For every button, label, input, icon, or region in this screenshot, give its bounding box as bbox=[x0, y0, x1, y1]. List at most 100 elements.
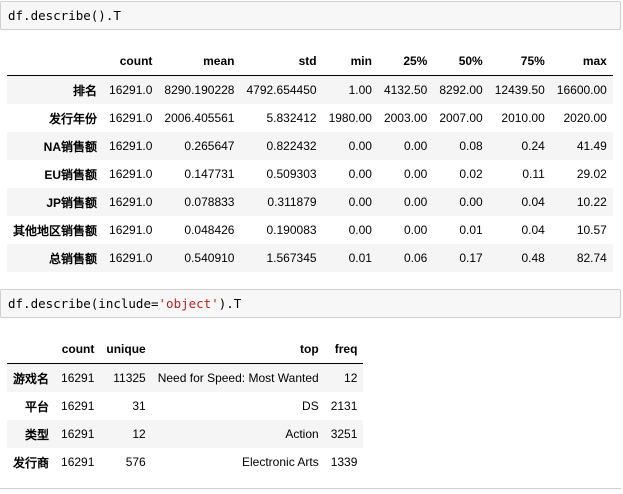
index-header bbox=[7, 47, 104, 76]
table-cell: 0.00 bbox=[403, 139, 428, 153]
table-cell: 3251 bbox=[330, 427, 358, 441]
table-cell: 16291.0 bbox=[109, 223, 153, 237]
row-label: 其他地区销售额 bbox=[13, 223, 98, 238]
column-header: top bbox=[151, 335, 325, 364]
code-part: ).T bbox=[218, 296, 242, 311]
table-cell: 0.00 bbox=[403, 223, 428, 237]
table-cell: 16291.0 bbox=[109, 251, 153, 265]
table-cell: 0.00 bbox=[348, 195, 372, 209]
table-cell: 12 bbox=[132, 427, 146, 441]
table-row: 排名 16291.0 8290.190228 4792.654450 1.00 4132.… bbox=[7, 75, 613, 104]
code-text[interactable]: df.describe(include='object').T bbox=[8, 296, 241, 311]
row-label: 类型 bbox=[25, 427, 50, 442]
table-cell: 0.822432 bbox=[266, 139, 317, 153]
column-header: std bbox=[240, 47, 323, 76]
table-row: 总销售额 16291.0 0.540910 1.567345 0.01 0.06 0.17 0… bbox=[7, 244, 613, 272]
table-cell: 0.04 bbox=[521, 223, 545, 237]
code-text[interactable]: df.describe().T bbox=[8, 8, 121, 23]
table-cell: 4792.654450 bbox=[246, 83, 317, 97]
table-cell: 0.48 bbox=[521, 251, 545, 265]
describe-table: count mean std min 25% 50% 75% max 排名 16291.0 829… bbox=[7, 47, 613, 272]
table-cell: 2131 bbox=[330, 399, 358, 413]
row-label: EU销售额 bbox=[44, 167, 98, 182]
table-row: 其他地区销售额 16291.0 0.048426 0.190083 0.00 0.00 0.… bbox=[7, 216, 613, 244]
table-header-row: count mean std min 25% 50% 75% max bbox=[7, 47, 613, 76]
code-cell-describe-object[interactable]: df.describe(include='object').T bbox=[0, 289, 621, 318]
table-cell: 31 bbox=[132, 399, 146, 413]
table-cell: 0.02 bbox=[459, 167, 483, 181]
table-row: 游戏名 16291 11325 Need for Speed: Most Wanted… bbox=[7, 363, 364, 392]
row-label: NA销售额 bbox=[43, 139, 98, 154]
table-row: 发行商 16291 576 Electronic Arts 1339 bbox=[7, 448, 363, 476]
table-cell: 0.048426 bbox=[184, 223, 235, 237]
column-header: 75% bbox=[488, 47, 551, 76]
table-cell: 1.567345 bbox=[266, 251, 317, 265]
table-cell: 1339 bbox=[330, 455, 358, 469]
table-cell: 0.190083 bbox=[266, 223, 317, 237]
table-cell: 2006.405561 bbox=[164, 111, 235, 125]
column-header: count bbox=[103, 47, 159, 76]
column-header: 25% bbox=[377, 47, 434, 76]
code-string-literal: 'object' bbox=[158, 296, 219, 311]
table-cell: 10.22 bbox=[576, 195, 607, 209]
column-header: freq bbox=[324, 335, 364, 364]
table-cell: 16291.0 bbox=[109, 167, 153, 181]
column-header: mean bbox=[158, 47, 241, 76]
table-cell: 0.01 bbox=[459, 223, 483, 237]
index-header bbox=[7, 335, 56, 364]
row-label: 发行年份 bbox=[49, 111, 98, 126]
table-row: JP销售额 16291.0 0.078833 0.311879 0.00 0.00 0.00… bbox=[7, 188, 613, 216]
table-cell: 1.00 bbox=[348, 83, 372, 97]
table-row: 发行年份 16291.0 2006.405561 5.832412 1980.00 200… bbox=[7, 104, 613, 132]
table-row: NA销售额 16291.0 0.265647 0.822432 0.00 0.00 0.08… bbox=[7, 132, 613, 160]
column-header: 50% bbox=[433, 47, 489, 76]
table-cell: 0.00 bbox=[348, 167, 372, 181]
table-cell: Need for Speed: Most Wanted bbox=[157, 371, 319, 385]
table-cell: Action bbox=[285, 427, 319, 441]
table-cell: 16291.0 bbox=[109, 195, 153, 209]
table-cell: 16291.0 bbox=[109, 83, 153, 97]
code-part: df.describe(include= bbox=[8, 296, 159, 311]
table-cell: 12439.50 bbox=[494, 83, 545, 97]
table-cell: 0.11 bbox=[522, 167, 545, 181]
table-cell: 0.01 bbox=[348, 251, 372, 265]
table-cell: 0.311879 bbox=[267, 195, 317, 209]
table-cell: DS bbox=[302, 399, 319, 413]
row-label: JP销售额 bbox=[46, 195, 98, 210]
table-cell: 8292.00 bbox=[439, 83, 483, 97]
table-cell: 12 bbox=[344, 371, 358, 385]
table-cell: 0.509303 bbox=[266, 167, 317, 181]
column-header: min bbox=[322, 47, 378, 76]
row-label: 发行商 bbox=[13, 455, 50, 470]
table-cell: 0.078833 bbox=[184, 195, 235, 209]
table-cell: 4132.50 bbox=[383, 83, 428, 97]
table-header-row: count unique top freq bbox=[7, 335, 364, 364]
table-cell: 0.00 bbox=[403, 167, 428, 181]
table-row: 类型 16291 12 Action 3251 bbox=[7, 420, 364, 448]
describe-object-table: count unique top freq 游戏名 16291 11325 Need for… bbox=[7, 335, 364, 476]
table-cell: 16291 bbox=[61, 455, 95, 469]
row-label: 平台 bbox=[25, 399, 50, 414]
table-cell: 2003.00 bbox=[383, 111, 428, 125]
table-row: 平台 16291 31 DS 2131 bbox=[7, 392, 363, 420]
table-cell: 16291 bbox=[61, 399, 95, 413]
table-cell: 2010.00 bbox=[501, 111, 545, 125]
code-cell-describe[interactable]: df.describe().T bbox=[0, 1, 621, 30]
table-cell: 29.02 bbox=[576, 167, 607, 181]
table-cell: 11325 bbox=[113, 371, 146, 385]
table-cell: 16291.0 bbox=[109, 139, 153, 153]
table-cell: 1980.00 bbox=[328, 111, 372, 125]
table-cell: 0.24 bbox=[521, 139, 545, 153]
table-cell: 2020.00 bbox=[563, 111, 607, 125]
table-cell: 5.832412 bbox=[266, 111, 317, 125]
table-cell: 0.00 bbox=[403, 195, 428, 209]
table-cell: 0.540910 bbox=[184, 251, 235, 265]
column-header: max bbox=[550, 47, 613, 76]
table-cell: 0.265647 bbox=[184, 139, 235, 153]
table-cell: 0.04 bbox=[521, 195, 545, 209]
table-cell: 576 bbox=[125, 455, 146, 469]
row-label: 总销售额 bbox=[49, 251, 98, 266]
row-label: 游戏名 bbox=[13, 371, 50, 386]
table-cell: 82.74 bbox=[576, 251, 607, 265]
table-cell: 16291.0 bbox=[109, 111, 153, 125]
